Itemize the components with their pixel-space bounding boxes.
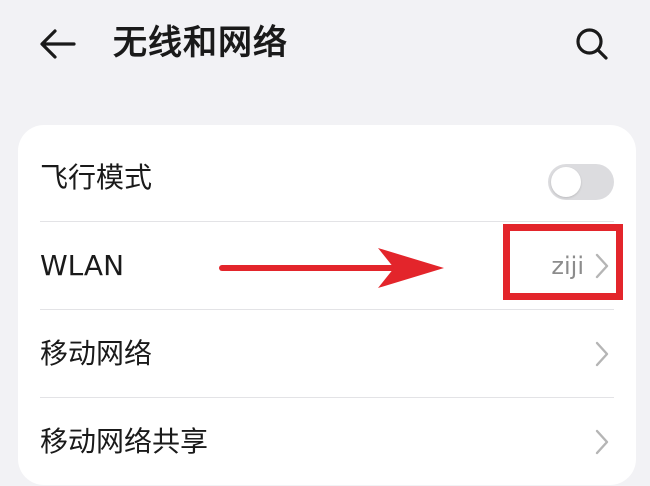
annotation-arrow <box>219 248 444 288</box>
arrow-left-icon <box>40 29 76 59</box>
settings-card: 飞行模式 WLAN ziji 移动网络 移动网络共享 <box>18 125 636 485</box>
settings-item-tethering[interactable]: 移动网络共享 <box>18 398 636 486</box>
airplane-mode-toggle[interactable] <box>548 164 614 200</box>
search-button[interactable] <box>566 18 618 70</box>
top-app-bar: 无线和网络 <box>0 0 650 95</box>
chevron-right-icon <box>595 429 609 455</box>
settings-item-label: 移动网络 <box>40 337 153 370</box>
settings-item-mobile-network[interactable]: 移动网络 <box>18 310 636 398</box>
settings-item-label: 移动网络共享 <box>40 425 209 458</box>
back-button[interactable] <box>30 18 86 70</box>
toggle-knob <box>551 167 581 197</box>
settings-item-label: WLAN <box>40 249 125 282</box>
search-icon <box>576 28 608 60</box>
settings-item-label: 飞行模式 <box>40 161 153 194</box>
page-title: 无线和网络 <box>113 23 288 63</box>
chevron-right-icon <box>595 341 609 367</box>
settings-item-airplane-mode[interactable]: 飞行模式 <box>18 134 636 222</box>
annotation-highlight-box <box>503 224 623 300</box>
